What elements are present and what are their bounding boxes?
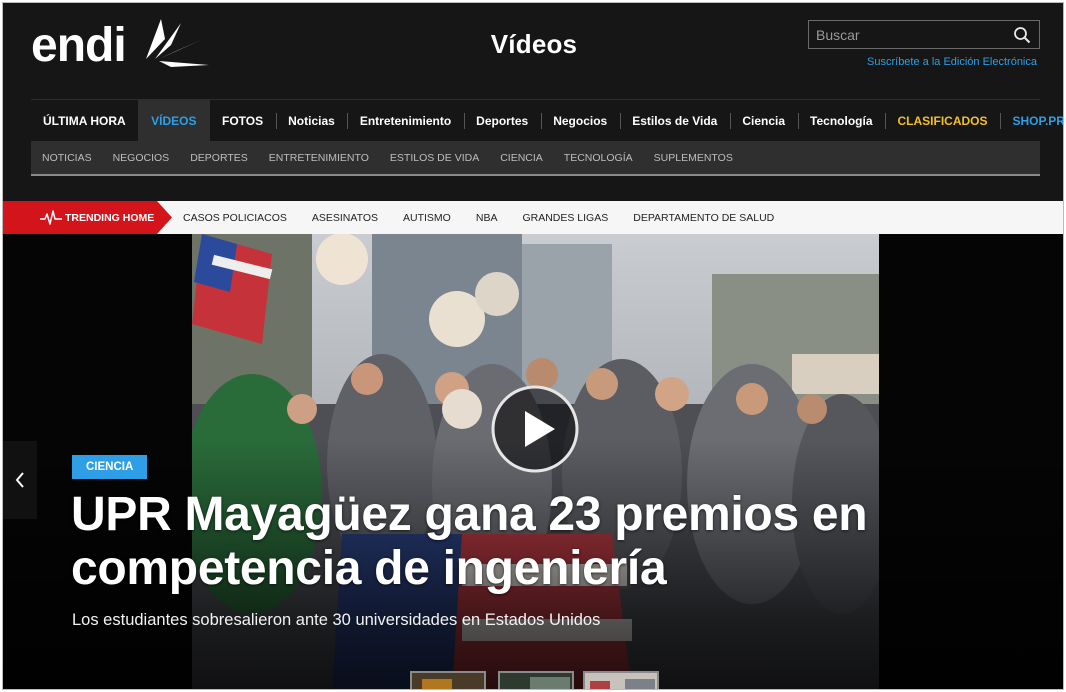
hero-subheadline: Los estudiantes sobresalieron ante 30 un… [72,611,601,629]
play-icon[interactable] [490,384,580,474]
nav-item-clasificados[interactable]: CLASIFICADOS [885,100,1000,142]
video-thumbnail[interactable] [498,671,574,689]
trending-link-departamento-de-salud[interactable]: DEPARTAMENTO DE SALUD [633,212,774,224]
sub-nav: NOTICIAS NEGOCIOS DEPORTES ENTRETENIMIEN… [31,141,1040,176]
trending-link-asesinatos[interactable]: ASESINATOS [312,212,378,224]
main-nav: ÚLTIMA HORA VÍDEOS FOTOS Noticias Entret… [31,99,1063,142]
browser-viewport: endi Vídeos Suscríbete a la Edición Elec… [2,2,1064,690]
nav-item-ultima-hora[interactable]: ÚLTIMA HORA [31,100,138,142]
nav-item-estilos-de-vida[interactable]: Estilos de Vida [619,100,730,142]
previous-button[interactable] [3,441,37,519]
nav-item-entretenimiento[interactable]: Entretenimiento [347,100,463,142]
search-icon[interactable] [1013,26,1031,44]
chevron-left-icon [15,472,24,488]
nav-item-negocios[interactable]: Negocios [540,100,620,142]
search-box[interactable] [808,20,1040,49]
trending-links: CASOS POLICIACOS ASESINATOS AUTISMO NBA … [183,201,799,234]
trending-link-casos-policiacos[interactable]: CASOS POLICIACOS [183,212,287,224]
subnav-item-deportes[interactable]: DEPORTES [190,152,248,164]
search-input[interactable] [809,21,1009,48]
video-thumbnails [410,671,671,689]
subnav-item-suplementos[interactable]: SUPLEMENTOS [654,152,733,164]
trending-bar: TRENDING HOME CASOS POLICIACOS ASESINATO… [3,201,1063,234]
nav-item-deportes[interactable]: Deportes [463,100,541,142]
subnav-item-negocios[interactable]: NEGOCIOS [113,152,170,164]
trending-tag[interactable]: TRENDING HOME [3,201,172,234]
hero-video[interactable]: CIENCIA UPR Mayagüez gana 23 premios en … [3,234,1063,689]
nav-item-fotos[interactable]: FOTOS [210,100,276,142]
subnav-item-tecnologia[interactable]: TECNOLOGÍA [564,152,633,164]
subnav-item-entretenimiento[interactable]: ENTRETENIMIENTO [269,152,369,164]
nav-item-noticias[interactable]: Noticias [275,100,348,142]
trending-link-autismo[interactable]: AUTISMO [403,212,451,224]
video-thumbnail[interactable] [583,671,659,689]
category-badge[interactable]: CIENCIA [72,455,148,479]
nav-item-videos[interactable]: VÍDEOS [138,99,210,142]
nav-item-shop-pr[interactable]: SHOP.PR [1000,100,1063,142]
trending-tag-label: TRENDING HOME [65,212,155,224]
subnav-item-estilos-de-vida[interactable]: ESTILOS DE VIDA [390,152,479,164]
subscribe-link[interactable]: Suscríbete a la Edición Electrónica [867,56,1037,68]
nav-item-tecnologia[interactable]: Tecnología [797,100,885,142]
subnav-item-ciencia[interactable]: CIENCIA [500,152,543,164]
trending-link-grandes-ligas[interactable]: GRANDES LIGAS [522,212,608,224]
trending-link-nba[interactable]: NBA [476,212,498,224]
nav-item-ciencia[interactable]: Ciencia [729,100,798,142]
video-thumbnail[interactable] [410,671,486,689]
hero-headline[interactable]: UPR Mayagüez gana 23 premios en competen… [71,488,1056,596]
heartbeat-icon [40,210,62,225]
subnav-item-noticias[interactable]: NOTICIAS [42,152,92,164]
